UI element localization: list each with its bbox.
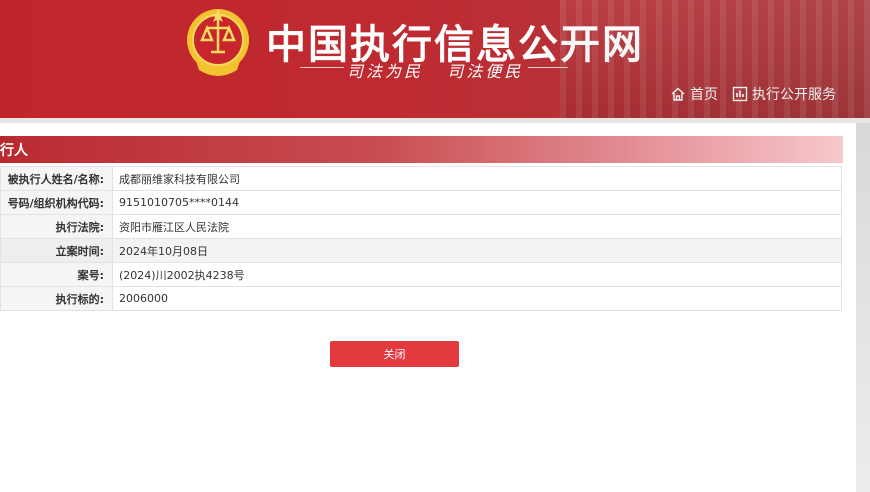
table-row: 案号: (2024)川2002执4238号 <box>0 262 842 287</box>
row-label: 案号: <box>0 262 113 287</box>
table-row: 执行法院: 资阳市雁江区人民法院 <box>0 214 842 239</box>
row-value: 2024年10月08日 <box>112 238 842 263</box>
site-slogan: 司法为民 司法便民 <box>347 62 524 81</box>
row-label: 执行法院: <box>0 214 113 239</box>
row-value: 成都丽维家科技有限公司 <box>112 166 842 191</box>
row-label: 被执行人姓名/名称: <box>0 166 113 191</box>
slogan-divider-left <box>300 67 344 68</box>
row-value: (2024)川2002执4238号 <box>112 262 842 287</box>
table-row: 立案时间: 2024年10月08日 <box>0 238 842 263</box>
nav-execution-service-label: 执行公开服务 <box>752 87 836 103</box>
row-value: 2006000 <box>112 286 842 311</box>
nav-home[interactable]: 首页 <box>670 84 718 104</box>
panel-title: 行人 <box>0 143 28 159</box>
table-row: 号码/组织机构代码: 9151010705****0144 <box>0 190 842 215</box>
row-label: 号码/组织机构代码: <box>0 190 113 215</box>
home-icon <box>671 87 685 101</box>
panel-header: 行人 <box>0 136 843 163</box>
detail-panel: 行人 被执行人姓名/名称: 成都丽维家科技有限公司 号码/组织机构代码: 915… <box>0 123 856 492</box>
case-info-table: 被执行人姓名/名称: 成都丽维家科技有限公司 号码/组织机构代码: 915101… <box>0 166 842 311</box>
row-value: 资阳市雁江区人民法院 <box>112 214 842 239</box>
site-header: 中国执行信息公开网 司法为民 司法便民 首页 执行公开服务 <box>0 0 870 118</box>
page-scrollbar[interactable] <box>856 123 870 492</box>
row-label: 立案时间: <box>0 238 113 263</box>
nav-execution-service[interactable]: 执行公开服务 <box>732 84 836 104</box>
row-value: 9151010705****0144 <box>112 190 842 215</box>
nav-home-label: 首页 <box>690 87 718 103</box>
close-button[interactable]: 关闭 <box>330 341 459 367</box>
row-label: 执行标的: <box>0 286 113 311</box>
chart-icon <box>732 86 748 102</box>
court-emblem-icon <box>187 9 249 76</box>
slogan-divider-right <box>528 67 568 68</box>
table-row: 执行标的: 2006000 <box>0 286 842 311</box>
top-nav: 首页 执行公开服务 <box>670 84 836 104</box>
table-row: 被执行人姓名/名称: 成都丽维家科技有限公司 <box>0 166 842 191</box>
